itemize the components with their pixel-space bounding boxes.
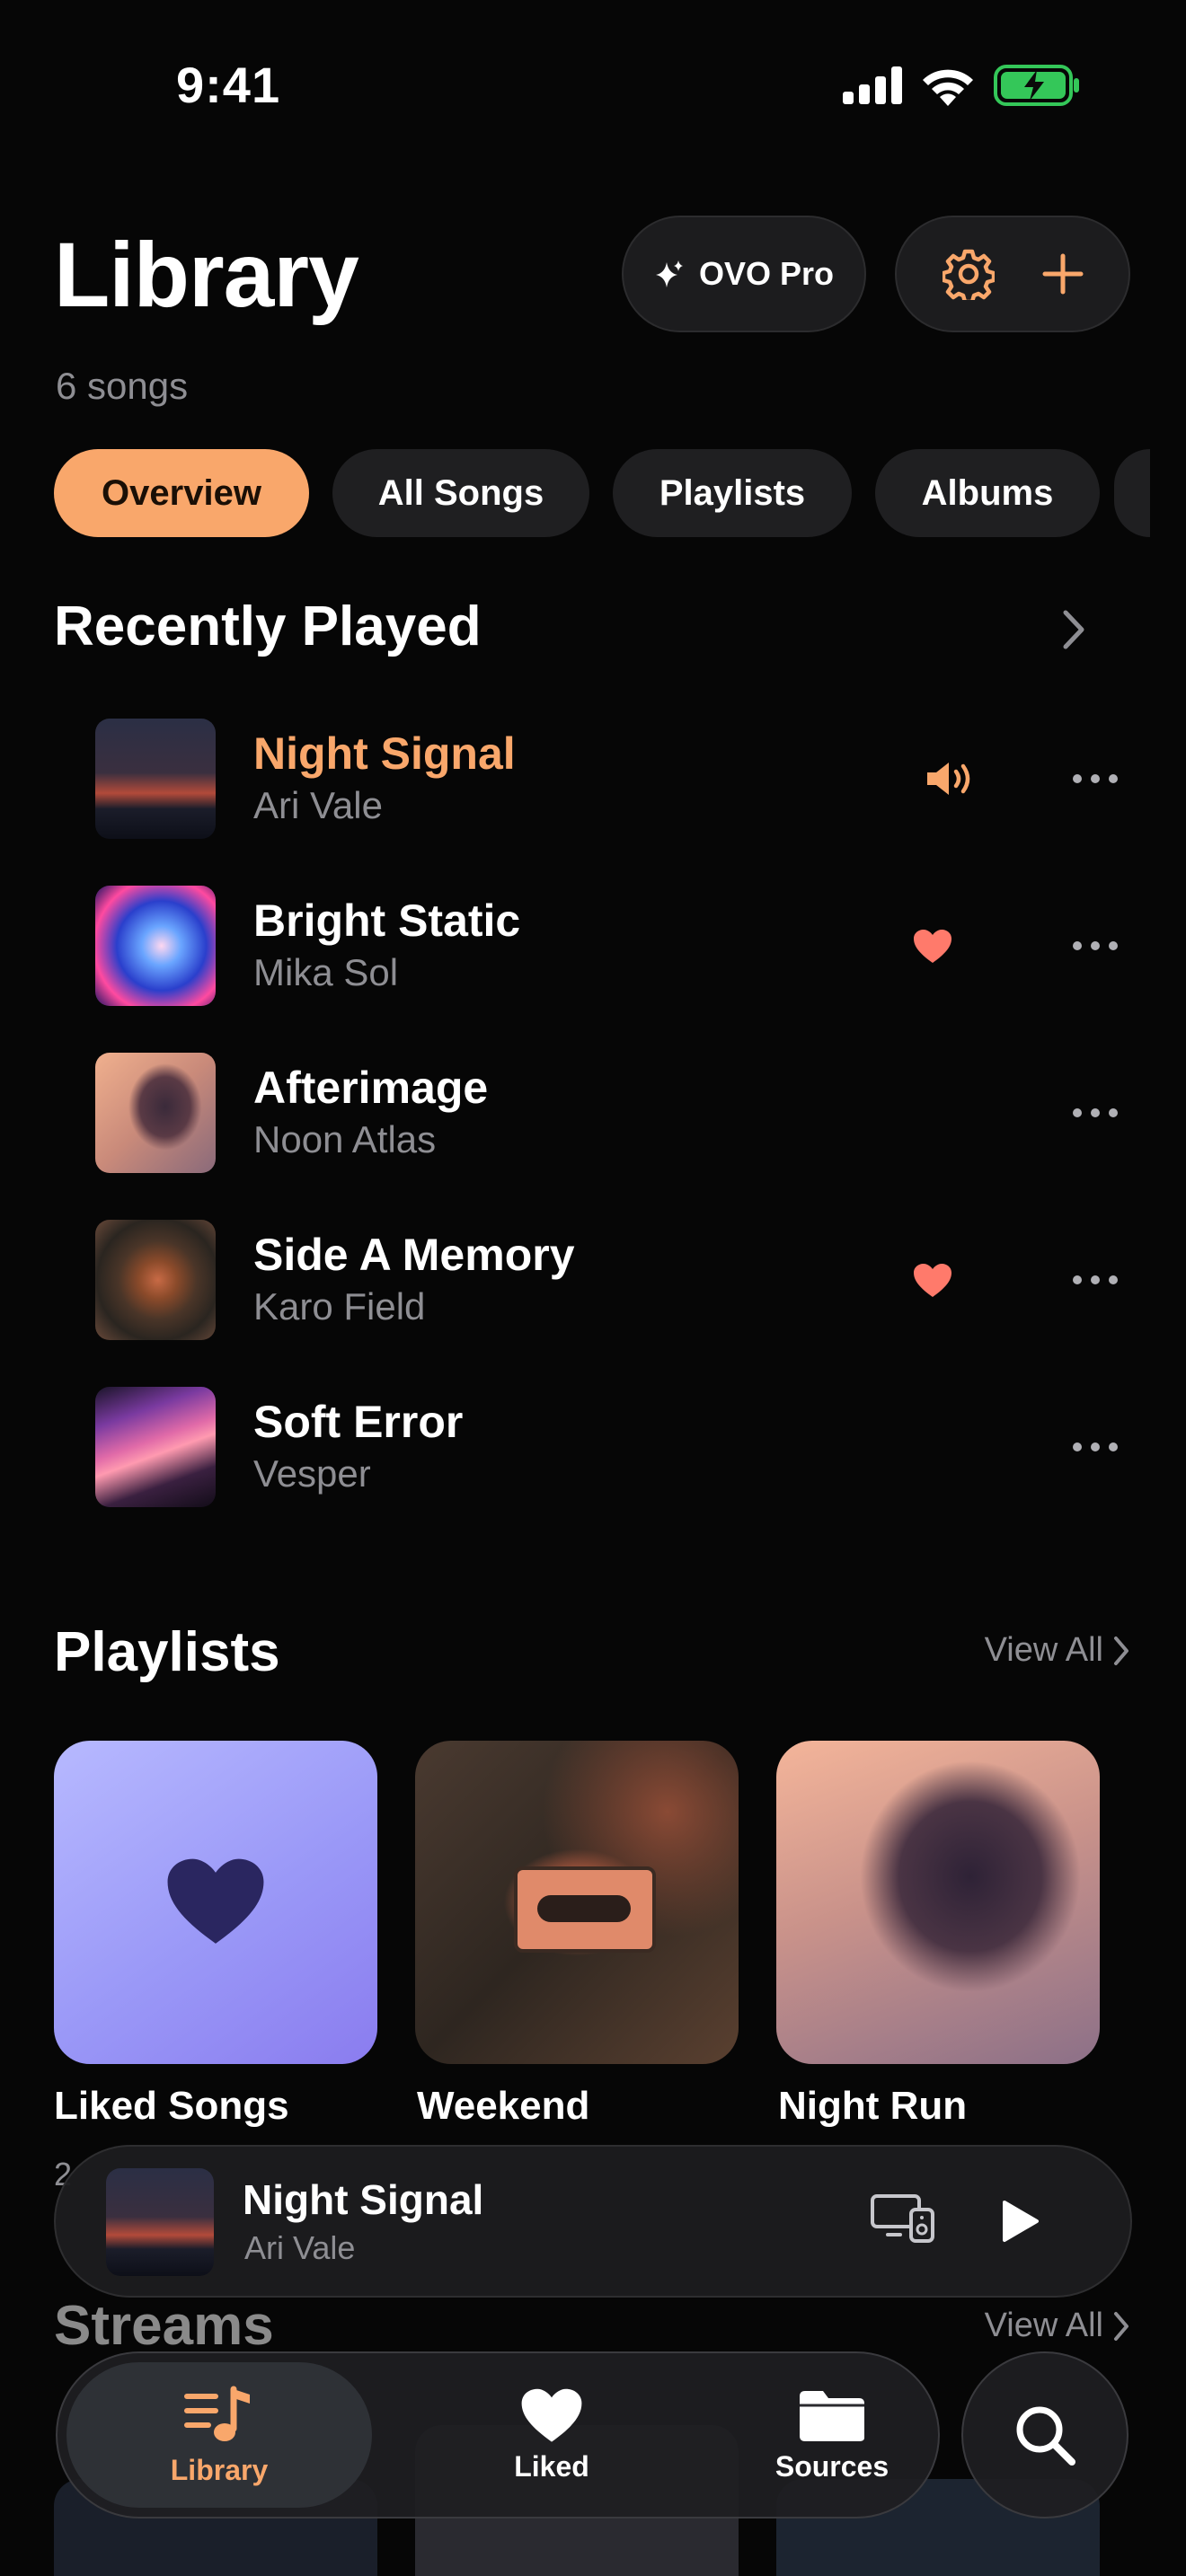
streams-title: Streams: [54, 2295, 274, 2357]
sparkle-icon: [655, 260, 683, 287]
tab-library[interactable]: Library: [66, 2353, 372, 2517]
ovo-pro-button[interactable]: OVO Pro: [622, 216, 866, 332]
tab-liked[interactable]: Liked: [417, 2353, 686, 2517]
play-icon[interactable]: [1001, 2199, 1040, 2244]
streams-view-all-link[interactable]: View All: [985, 2307, 1130, 2345]
song-row[interactable]: Afterimage Noon Atlas: [95, 1053, 1137, 1173]
tab-playlists[interactable]: Playlists: [613, 449, 852, 537]
add-icon[interactable]: [1042, 253, 1084, 295]
view-all-label: View All: [984, 1631, 1103, 1669]
tab-overview[interactable]: Overview: [54, 449, 309, 537]
playlist-cover-night-run[interactable]: [776, 1741, 1100, 2064]
playlists-view-all-link[interactable]: View All: [985, 1631, 1130, 1670]
more-options-icon[interactable]: [1073, 1108, 1118, 1117]
tab-all-songs[interactable]: All Songs: [332, 449, 589, 537]
now-playing-title: Night Signal: [243, 2176, 484, 2223]
song-count: 6 songs: [56, 365, 189, 407]
heart-filled-icon[interactable]: [913, 1263, 952, 1299]
cellular-signal-icon: [843, 66, 902, 104]
more-options-icon[interactable]: [1073, 774, 1118, 783]
devices-icon[interactable]: [870, 2193, 936, 2244]
search-icon: [1016, 2406, 1075, 2466]
song-row[interactable]: Soft Error Vesper: [95, 1387, 1137, 1507]
song-title: Afterimage: [253, 1063, 489, 1113]
chevron-right-icon[interactable]: [1060, 607, 1087, 652]
chevron-right-icon: [1114, 1636, 1128, 1665]
mini-player[interactable]: Night Signal Ari Vale: [54, 2145, 1132, 2298]
song-row[interactable]: Side A Memory Karo Field: [95, 1220, 1137, 1340]
header-actions: [895, 216, 1130, 332]
chevron-right-icon: [1114, 2311, 1128, 2341]
playlist-name: Weekend: [417, 2084, 590, 2128]
page-title: Library: [54, 224, 359, 326]
song-title: Night Signal: [253, 728, 516, 779]
song-artist: Ari Vale: [253, 784, 383, 826]
battery-charging-icon: [994, 65, 1079, 106]
album-art-soft-error: [95, 1387, 216, 1507]
tab-sources[interactable]: Sources: [697, 2353, 967, 2517]
song-artist: Karo Field: [253, 1285, 426, 1328]
song-artist: Vesper: [253, 1452, 371, 1495]
tab-bar: Library Liked Sources: [56, 2351, 940, 2519]
wifi-icon: [923, 69, 973, 106]
tab-label: Sources: [774, 2449, 890, 2483]
tab-overflow[interactable]: [1114, 449, 1150, 537]
playlists-title: Playlists: [54, 1621, 280, 1683]
ovo-pro-label: OVO Pro: [698, 255, 835, 292]
view-all-label: View All: [984, 2307, 1103, 2344]
recently-played-title: Recently Played: [54, 595, 482, 657]
gear-icon[interactable]: [942, 248, 995, 300]
now-playing-artist: Ari Vale: [244, 2229, 356, 2266]
playlist-name: Night Run: [778, 2084, 968, 2128]
playlist-cover-liked-songs[interactable]: [54, 1741, 377, 2064]
status-time: 9:41: [176, 57, 281, 113]
filter-tabs: Overview All Songs Playlists Albums: [54, 449, 1100, 537]
more-options-icon[interactable]: [1073, 941, 1118, 950]
song-artist: Mika Sol: [253, 951, 399, 993]
song-title: Bright Static: [253, 895, 521, 946]
status-icons: [843, 65, 1080, 106]
speaker-playing-icon: [927, 763, 970, 795]
tab-albums[interactable]: Albums: [875, 449, 1100, 537]
song-title: Side A Memory: [253, 1230, 575, 1280]
song-title: Soft Error: [253, 1397, 464, 1447]
song-row[interactable]: Night Signal Ari Vale: [95, 719, 1137, 839]
search-button[interactable]: [961, 2351, 1128, 2519]
album-art-night-signal: [95, 719, 216, 839]
album-art-bright-static: [95, 886, 216, 1006]
playlist-name: Liked Songs: [54, 2084, 289, 2128]
playlist-cover-weekend[interactable]: [415, 1741, 739, 2064]
heart-icon: [521, 2388, 582, 2442]
song-row[interactable]: Bright Static Mika Sol: [95, 886, 1137, 1006]
cassette-shape: [514, 1866, 656, 1953]
heart-icon: [167, 1858, 264, 1944]
tab-label: Library: [170, 2453, 269, 2486]
tab-label: Liked: [514, 2449, 589, 2483]
heart-filled-icon[interactable]: [913, 929, 952, 965]
more-options-icon[interactable]: [1073, 1275, 1118, 1284]
album-art-afterimage: [95, 1053, 216, 1173]
album-art-side-a-memory: [95, 1220, 216, 1340]
now-playing-art: [106, 2168, 214, 2276]
folder-icon: [800, 2390, 864, 2441]
library-music-icon: [184, 2386, 250, 2441]
song-artist: Noon Atlas: [253, 1118, 437, 1160]
more-options-icon[interactable]: [1073, 1442, 1118, 1451]
